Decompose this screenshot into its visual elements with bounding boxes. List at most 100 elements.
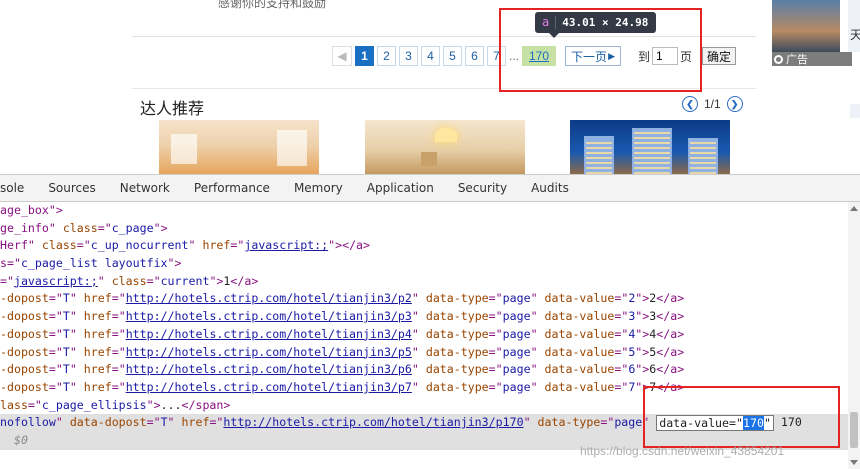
code-token-link[interactable]: http://hotels.ctrip.com/hotel/tianjin3/p… xyxy=(126,362,412,376)
code-token-attr: -dopost xyxy=(0,379,49,394)
code-token-link[interactable]: http://hotels.ctrip.com/hotel/tianjin3/p… xyxy=(126,345,412,359)
code-token-tag: Herf" xyxy=(0,238,42,253)
code-token-attr: -dopost xyxy=(0,362,49,377)
code-token-link[interactable]: javascript:; xyxy=(244,238,328,252)
carousel-next-icon[interactable]: ❯ xyxy=(726,96,743,112)
code-token-link[interactable]: http://hotels.ctrip.com/hotel/tianjin3/p… xyxy=(126,327,412,341)
dom-node-line[interactable]: -dopost="T" href="http://hotels.ctrip.co… xyxy=(0,308,848,326)
dom-node-line[interactable]: -dopost="T" href="http://hotels.ctrip.co… xyxy=(0,361,848,379)
tab-security[interactable]: Security xyxy=(446,175,519,201)
dom-node-line[interactable]: Herf" class="c_up_nocurrent" href="javas… xyxy=(0,237,848,255)
ad-image[interactable] xyxy=(772,0,840,52)
code-token-tag: " xyxy=(69,344,84,359)
code-token-tag: " xyxy=(523,415,538,430)
code-token-tag: =" xyxy=(614,344,629,359)
elements-scrollbar[interactable] xyxy=(848,202,860,469)
recommend-image-2[interactable] xyxy=(365,120,525,174)
code-token-attr: class xyxy=(41,238,77,253)
code-token-tag: =" xyxy=(76,238,91,253)
code-token-tag: " xyxy=(411,379,426,394)
code-token-tag: ge_info" xyxy=(0,220,63,235)
prev-page-button[interactable]: ◀ xyxy=(332,46,352,66)
code-token-link[interactable]: http://hotels.ctrip.com/hotel/tianjin3/p… xyxy=(126,380,412,394)
code-token-tag: =" xyxy=(614,362,629,377)
code-token-attr: data-value xyxy=(544,362,615,377)
code-token-tag: =" xyxy=(488,326,503,341)
code-token-tag: =" xyxy=(614,326,629,341)
code-token-tag: " xyxy=(530,344,545,359)
code-token-attr: data-type xyxy=(425,344,489,359)
code-token-tag: =" xyxy=(48,326,63,341)
dom-node-line[interactable]: -dopost="T" href="http://hotels.ctrip.co… xyxy=(0,326,848,344)
code-token-val: current xyxy=(160,273,210,288)
code-token-tag: =" xyxy=(48,344,63,359)
code-token-link[interactable]: http://hotels.ctrip.com/hotel/tianjin3/p… xyxy=(126,309,412,323)
page-link-3[interactable]: 3 xyxy=(399,46,418,66)
code-token-text: ... xyxy=(160,397,182,412)
code-token-attr: lass xyxy=(0,397,28,412)
dom-node-line[interactable]: ge_info" class="c_page"> xyxy=(0,220,848,238)
code-token-val: page xyxy=(614,415,643,430)
tab-network[interactable]: Network xyxy=(108,175,182,201)
scroll-up-icon[interactable] xyxy=(850,206,858,211)
tab-memory[interactable]: Memory xyxy=(282,175,355,201)
recommend-image-3[interactable] xyxy=(570,120,730,174)
code-token-tag: "> xyxy=(146,397,161,412)
code-token-val: nofollow xyxy=(0,415,56,430)
code-token-val: page xyxy=(502,362,531,377)
code-token-val: T xyxy=(62,309,70,324)
code-token-tag: =" xyxy=(48,362,63,377)
tab-application[interactable]: Application xyxy=(355,175,446,201)
code-token-attr: data-value xyxy=(544,309,615,324)
highlight-box-bottom xyxy=(643,386,840,448)
code-token-attr: class xyxy=(62,220,98,235)
page-link-6[interactable]: 6 xyxy=(465,46,484,66)
code-token-link[interactable]: javascript:; xyxy=(14,274,98,288)
dom-node-line[interactable]: ="javascript:;" class="current">1</a> xyxy=(0,273,848,291)
page-link-4[interactable]: 4 xyxy=(421,46,440,66)
code-token-attr: data-value xyxy=(544,379,615,394)
code-token-attr: data-type xyxy=(425,326,489,341)
code-token-attr: href xyxy=(181,415,210,430)
tab-performance[interactable]: Performance xyxy=(182,175,282,201)
code-token-attr: class xyxy=(111,273,147,288)
code-token-link[interactable]: http://hotels.ctrip.com/hotel/tianjin3/p… xyxy=(223,415,523,429)
code-token-tag: " xyxy=(69,326,84,341)
carousel-indicator: 1/1 xyxy=(704,97,721,111)
code-token-val: T xyxy=(62,362,70,377)
code-token-val: c_page_ellipsis xyxy=(41,397,147,412)
recommend-image-1[interactable] xyxy=(159,120,319,174)
code-token-tag: =" xyxy=(146,415,161,430)
devtools-tabbar: sole Sources Network Performance Memory … xyxy=(0,174,860,202)
code-token-attr: -dopost xyxy=(0,309,49,324)
prev-arrow-icon: ◀ xyxy=(337,49,347,63)
code-token-tag: " xyxy=(69,309,84,324)
dom-node-line[interactable]: s="c_page_list layoutfix"> xyxy=(0,255,848,273)
carousel-controls: ❮ 1/1 ❯ xyxy=(682,96,743,112)
code-token-tag: " xyxy=(411,326,426,341)
code-token-link[interactable]: http://hotels.ctrip.com/hotel/tianjin3/p… xyxy=(126,291,412,305)
code-token-tag: </a> xyxy=(656,309,685,324)
code-token-tag: "></a> xyxy=(328,238,371,253)
goto-confirm-button[interactable]: 确定 xyxy=(702,47,737,65)
scroll-thumb[interactable] xyxy=(850,412,858,448)
code-token-val: page xyxy=(502,309,531,324)
dom-node-line[interactable]: age_box"> xyxy=(0,202,848,220)
page-link-5[interactable]: 5 xyxy=(443,46,462,66)
code-token-tag: =" xyxy=(48,291,63,306)
dom-node-line[interactable]: -dopost="T" href="http://hotels.ctrip.co… xyxy=(0,344,848,362)
code-token-attr: data-value xyxy=(544,344,615,359)
code-token-val: T xyxy=(62,344,70,359)
tab-sources[interactable]: Sources xyxy=(36,175,107,201)
carousel-prev-icon[interactable]: ❮ xyxy=(682,96,698,112)
tab-console[interactable]: sole xyxy=(0,175,36,201)
code-token-tag: =" xyxy=(146,273,161,288)
scroll-down-icon[interactable] xyxy=(850,460,858,465)
ad-label-text: 广告 xyxy=(786,54,808,66)
page-link-1[interactable]: 1 xyxy=(355,46,374,66)
dom-node-line[interactable]: -dopost="T" href="http://hotels.ctrip.co… xyxy=(0,290,848,308)
code-token-tag: "> xyxy=(167,256,182,271)
code-token-tag: =" xyxy=(111,344,126,359)
tab-audits[interactable]: Audits xyxy=(519,175,581,201)
page-link-2[interactable]: 2 xyxy=(377,46,396,66)
